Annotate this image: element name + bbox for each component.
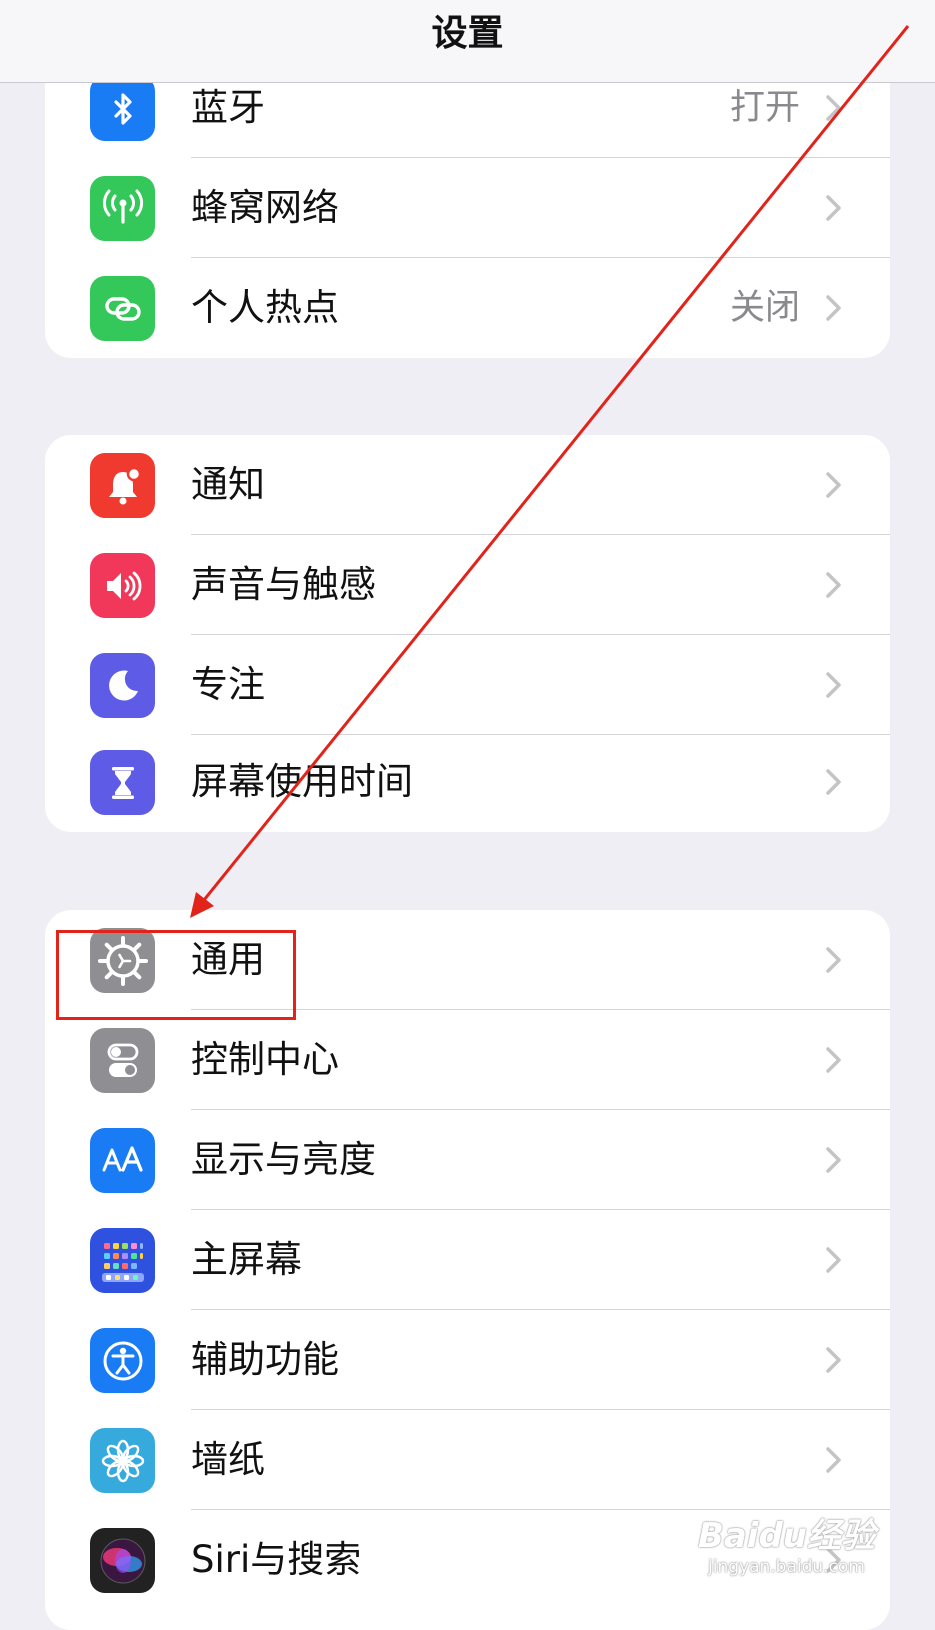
sound-icon [90, 553, 155, 618]
chevron-right-icon [826, 295, 841, 321]
settings-row-label: 控制中心 [191, 1038, 339, 1081]
settings-row-cellular[interactable]: 蜂窝网络 [45, 158, 890, 258]
settings-row-label: 声音与触感 [191, 563, 376, 606]
chevron-right-icon [826, 472, 841, 498]
siri-icon [90, 1528, 155, 1593]
chevron-right-icon [826, 947, 841, 973]
settings-row-wallpaper[interactable]: 墙纸 [45, 1410, 890, 1510]
settings-row-accessibility[interactable]: 辅助功能 [45, 1310, 890, 1410]
settings-row-hotspot[interactable]: 个人热点 关闭 [45, 258, 890, 358]
settings-row-value: 关闭 [729, 288, 800, 328]
navigation-bar: 设置 [0, 0, 935, 83]
watermark-brand: Baidu经验 [697, 1516, 875, 1556]
settings-row-control-center[interactable]: 控制中心 [45, 1010, 890, 1110]
settings-row-label: Siri与搜索 [191, 1538, 362, 1581]
settings-row-label: 辅助功能 [191, 1338, 339, 1381]
settings-group-notifications: 通知 声音与触感 专注 屏幕使用时间 [45, 435, 890, 832]
chevron-right-icon [826, 672, 841, 698]
settings-row-notifications[interactable]: 通知 [45, 435, 890, 535]
moon-icon [90, 653, 155, 718]
settings-row-label: 个人热点 [191, 286, 339, 329]
settings-row-focus[interactable]: 专注 [45, 635, 890, 735]
chevron-right-icon [826, 572, 841, 598]
accessibility-icon [90, 1328, 155, 1393]
notifications-icon [90, 453, 155, 518]
settings-row-label: 屏幕使用时间 [191, 760, 413, 803]
toggles-icon [90, 1028, 155, 1093]
settings-row-label: 蜂窝网络 [191, 186, 339, 229]
wallpaper-flower-icon [90, 1428, 155, 1493]
chevron-right-icon [826, 1247, 841, 1273]
chevron-right-icon [826, 195, 841, 221]
settings-row-display[interactable]: 显示与亮度 [45, 1110, 890, 1210]
settings-group-connectivity: 蓝牙 打开 蜂窝网络 个人热点 关闭 [45, 58, 890, 358]
chevron-right-icon [826, 1447, 841, 1473]
chevron-right-icon [826, 95, 841, 121]
chevron-right-icon [826, 1047, 841, 1073]
settings-row-label: 显示与亮度 [191, 1138, 376, 1181]
annotation-highlight-box [56, 930, 296, 1020]
cellular-icon [90, 176, 155, 241]
home-screen-icon [90, 1228, 155, 1293]
settings-row-label: 通知 [191, 463, 265, 506]
settings-row-home-screen[interactable]: 主屏幕 [45, 1210, 890, 1310]
aa-icon [90, 1128, 155, 1193]
page-title: 设置 [431, 13, 504, 54]
settings-row-label: 墙纸 [191, 1438, 265, 1481]
settings-row-label: 主屏幕 [191, 1238, 302, 1281]
settings-row-screen-time[interactable]: 屏幕使用时间 [45, 732, 890, 832]
hotspot-icon [90, 276, 155, 341]
bluetooth-icon [90, 76, 155, 141]
chevron-right-icon [826, 1147, 841, 1173]
chevron-right-icon [826, 1347, 841, 1373]
chevron-right-icon [826, 769, 841, 795]
watermark-url: jingyan.baidu.com [708, 1557, 865, 1577]
watermark: Baidu经验 jingyan.baidu.com [698, 1516, 875, 1578]
settings-row-label: 专注 [191, 663, 265, 706]
settings-row-sound[interactable]: 声音与触感 [45, 535, 890, 635]
hourglass-icon [90, 750, 155, 815]
